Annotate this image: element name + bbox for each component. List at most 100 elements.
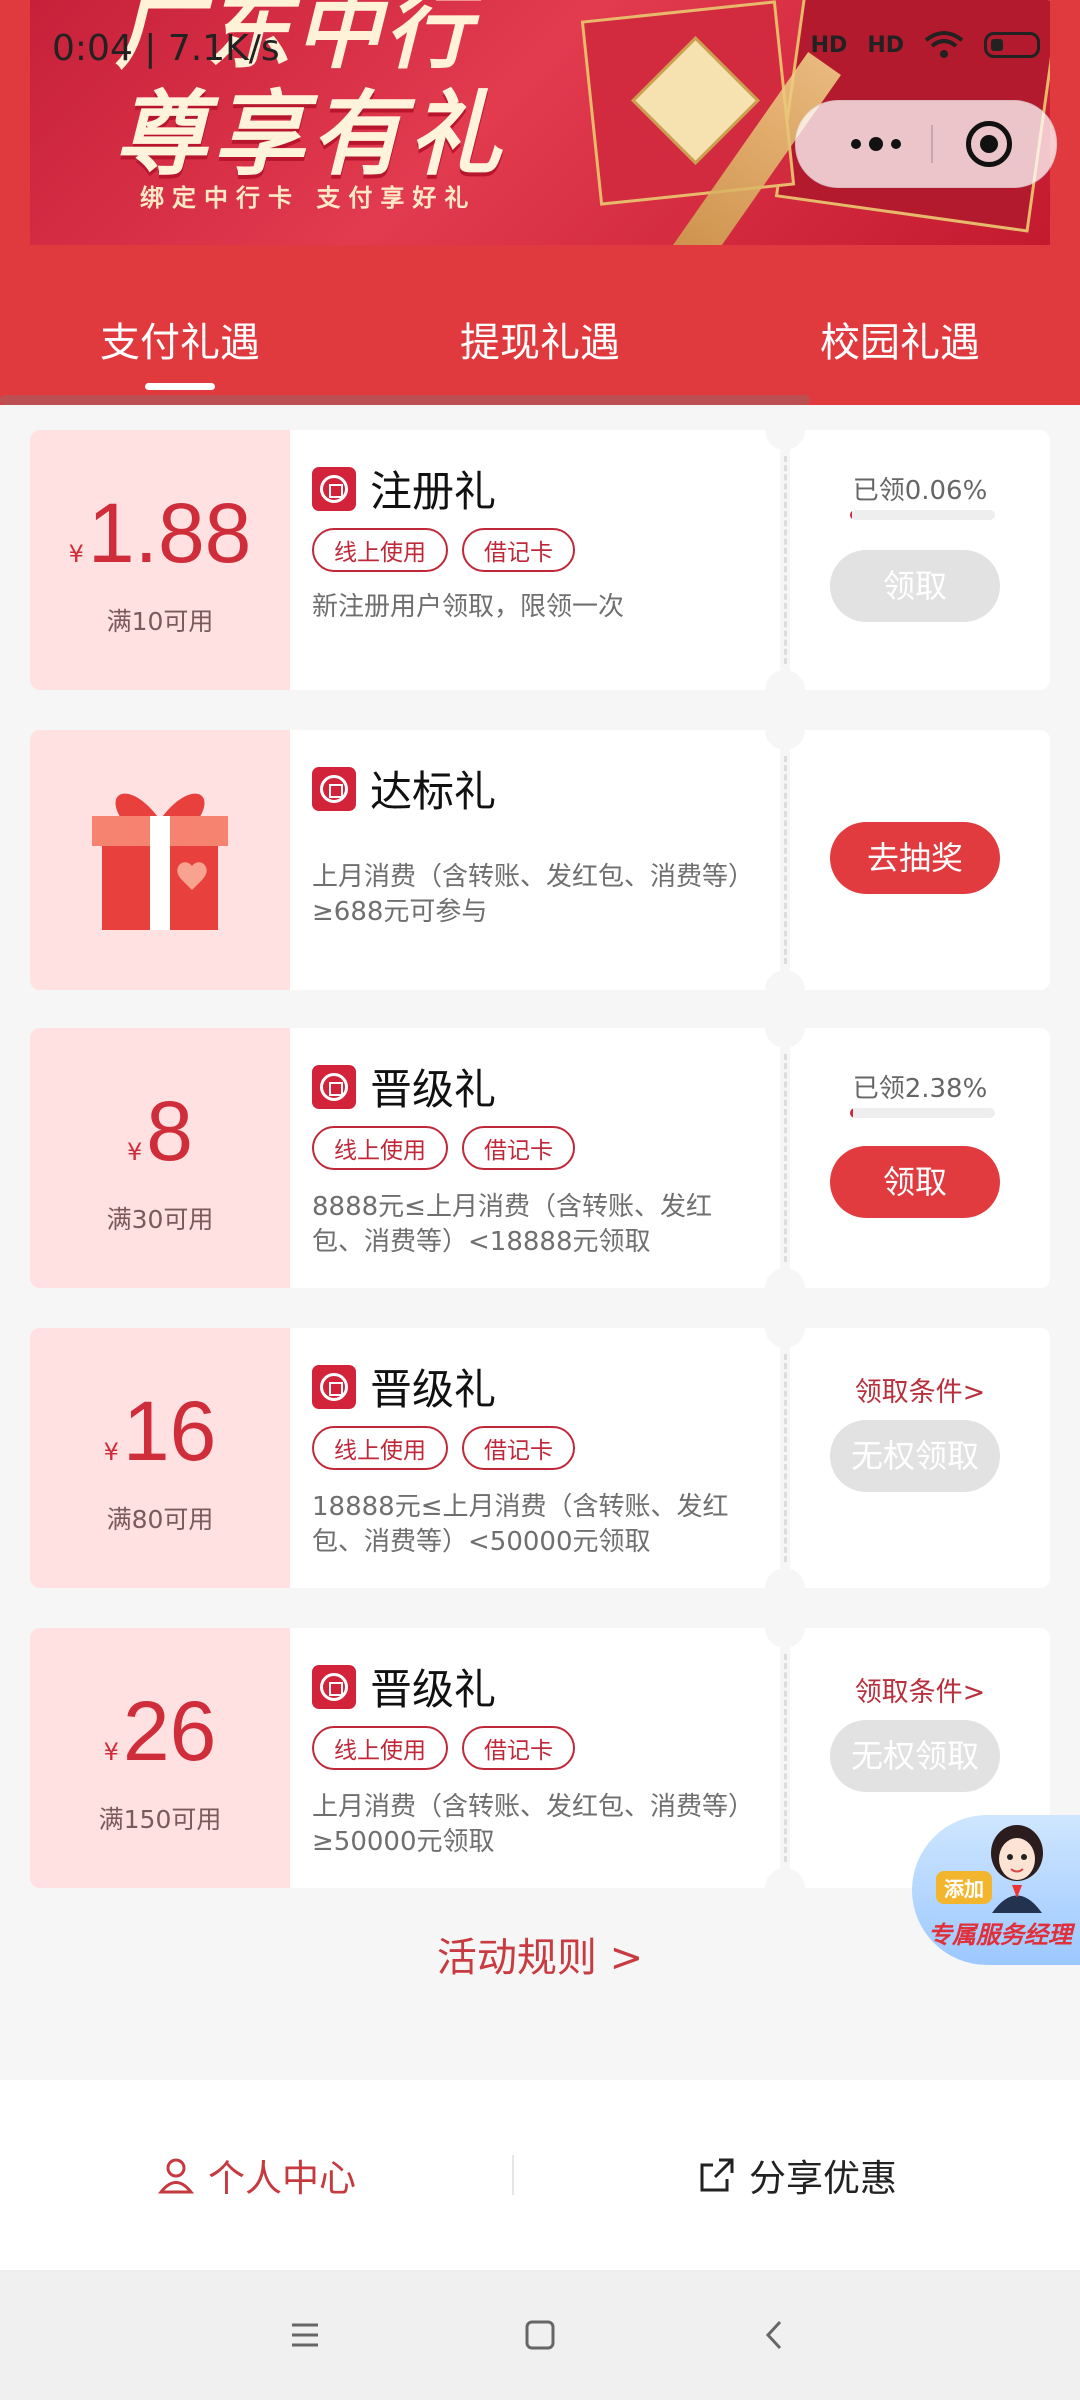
coupon-amount: ¥8 xyxy=(30,1083,290,1180)
claim-button[interactable]: 领取 xyxy=(830,1146,1000,1218)
tag-online: 线上使用 xyxy=(312,528,448,572)
coupon-card: ¥1.88 满10可用 注册礼 线上使用 借记卡 新注册用户领取，限领一次 已领… xyxy=(30,410,1050,710)
home-icon[interactable] xyxy=(515,2310,565,2360)
coupon-description: 上月消费（含转账、发红包、消费等）≥688元可参与 xyxy=(312,862,755,927)
coupon-title-row: 晋级礼 xyxy=(312,1356,496,1417)
coupon-info: 达标礼 上月消费（含转账、发红包、消费等）≥688元可参与 xyxy=(290,730,780,990)
ticket-notch xyxy=(765,970,805,1010)
tag-online: 线上使用 xyxy=(312,1126,448,1170)
lottery-button[interactable]: 去抽奖 xyxy=(830,822,1000,894)
boc-logo-icon xyxy=(312,1064,356,1109)
status-icons: HD HD xyxy=(811,30,1040,60)
tab-withdraw[interactable]: 提现礼遇 xyxy=(360,295,720,395)
coupon-amount: ¥26 xyxy=(30,1683,290,1780)
ticket-notch xyxy=(765,1568,805,1608)
currency-symbol: ¥ xyxy=(103,1438,119,1466)
coupon-condition: 满150可用 xyxy=(98,1805,222,1834)
coupon-condition: 满80可用 xyxy=(106,1505,214,1534)
menu-icon[interactable] xyxy=(280,2310,330,2360)
user-icon xyxy=(157,2158,195,2194)
personal-center-label: 个人中心 xyxy=(208,2157,356,2200)
coupon-card: ¥26 满150可用 晋级礼 线上使用 借记卡 上月消费（含转账、发红包、消费等… xyxy=(30,1608,1050,1908)
coupon-value-panel: ¥26 满150可用 xyxy=(30,1628,290,1888)
coupon-value-panel: ¥8 满30可用 xyxy=(30,1028,290,1288)
coupon-info: 晋级礼 线上使用 借记卡 18888元≤上月消费（含转账、发红包、消费等）<50… xyxy=(290,1328,780,1588)
horizontal-scrollbar[interactable] xyxy=(0,395,810,405)
ticket-notch xyxy=(765,1008,805,1048)
share-button[interactable]: 分享优惠 xyxy=(514,2080,1080,2270)
divider-dashed xyxy=(784,1654,787,1862)
tab-payment[interactable]: 支付礼遇 xyxy=(0,295,360,395)
personal-center-button[interactable]: 个人中心 xyxy=(0,2080,512,2270)
coupon-action-panel: 已领2.38% 领取 xyxy=(790,1028,1050,1288)
coupon-amount: ¥1.88 xyxy=(30,485,290,582)
boc-logo-icon xyxy=(312,1364,356,1409)
coupon-title: 注册礼 xyxy=(370,467,497,516)
claim-conditions-link[interactable]: 领取条件> xyxy=(790,1670,1050,1709)
coupon-title: 晋级礼 xyxy=(370,1365,497,1414)
no-permission-button[interactable]: 无权领取 xyxy=(830,1720,1000,1792)
tag-debit-card: 借记卡 xyxy=(462,1126,575,1170)
more-icon[interactable] xyxy=(826,101,926,187)
claimed-progress-bar xyxy=(850,1108,995,1118)
tag-online: 线上使用 xyxy=(312,1426,448,1470)
coupon-action-panel: 领取条件> 无权领取 xyxy=(790,1328,1050,1588)
boc-logo-icon xyxy=(312,1664,356,1709)
coupon-title: 达标礼 xyxy=(370,767,497,816)
coupon-card: 达标礼 上月消费（含转账、发红包、消费等）≥688元可参与 去抽奖 xyxy=(30,710,1050,1010)
coupon-title-row: 晋级礼 xyxy=(312,1656,496,1717)
progress-fill xyxy=(850,1108,854,1118)
battery-icon xyxy=(984,32,1040,58)
amount-value: 1.88 xyxy=(87,486,252,580)
ticket-notch xyxy=(765,710,805,750)
ticket-notch xyxy=(765,1308,805,1348)
ticket-notch xyxy=(765,1268,805,1308)
tag-online: 线上使用 xyxy=(312,1726,448,1770)
coupon-title: 晋级礼 xyxy=(370,1665,497,1714)
signal-icon: HD xyxy=(867,32,904,58)
coupon-info: 晋级礼 线上使用 借记卡 8888元≤上月消费（含转账、发红包、消费等）<188… xyxy=(290,1028,780,1288)
service-label: 专属服务经理 xyxy=(928,1921,1072,1949)
coupon-value-panel xyxy=(30,730,290,990)
coupon-title: 晋级礼 xyxy=(370,1065,497,1114)
tag-debit-card: 借记卡 xyxy=(462,1726,575,1770)
coupon-tags: 线上使用 借记卡 xyxy=(312,1126,575,1170)
activity-rules-link[interactable]: 活动规则 > xyxy=(0,1925,1080,1983)
close-target-icon[interactable] xyxy=(966,121,1012,167)
gift-icon xyxy=(92,793,228,930)
coupon-card: ¥8 满30可用 晋级礼 线上使用 借记卡 8888元≤上月消费（含转账、发红包… xyxy=(30,1008,1050,1308)
no-permission-button[interactable]: 无权领取 xyxy=(830,1420,1000,1492)
claim-conditions-link[interactable]: 领取条件> xyxy=(790,1370,1050,1409)
claimed-percent: 已领0.06% xyxy=(852,476,988,506)
tag-debit-card: 借记卡 xyxy=(462,1426,575,1470)
claimed-progress-bar xyxy=(850,510,995,520)
coupon-card: ¥16 满80可用 晋级礼 线上使用 借记卡 18888元≤上月消费（含转账、发… xyxy=(30,1308,1050,1608)
tab-campus[interactable]: 校园礼遇 xyxy=(720,295,1080,395)
tab-bar: 支付礼遇 提现礼遇 校园礼遇 xyxy=(0,295,1080,395)
amount-value: 26 xyxy=(122,1684,217,1778)
amount-value: 8 xyxy=(146,1084,193,1178)
claim-button[interactable]: 领取 xyxy=(830,550,1000,622)
capsule-divider xyxy=(931,125,933,163)
divider-dashed xyxy=(784,1054,787,1262)
service-manager-float[interactable]: 添加 专属服务经理 xyxy=(912,1815,1080,1965)
system-nav-bar xyxy=(0,2270,1080,2400)
coupon-condition: 满30可用 xyxy=(106,1205,214,1234)
ticket-notch xyxy=(765,410,805,450)
boc-logo-icon xyxy=(312,766,356,811)
bottom-action-bar: 个人中心 分享优惠 xyxy=(0,2080,1080,2270)
back-icon[interactable] xyxy=(750,2310,800,2360)
claimed-percent: 已领2.38% xyxy=(852,1074,988,1104)
status-time: 0:04 | 7.1K/s xyxy=(52,28,280,69)
currency-symbol: ¥ xyxy=(103,1738,119,1766)
coupon-title-row: 注册礼 xyxy=(312,458,496,519)
divider-dashed xyxy=(784,756,787,964)
coupon-info: 晋级礼 线上使用 借记卡 上月消费（含转账、发红包、消费等）≥50000元领取 xyxy=(290,1628,780,1888)
coupon-action-panel: 已领0.06% 领取 xyxy=(790,430,1050,690)
progress-fill xyxy=(850,510,853,520)
coupon-tags: 线上使用 借记卡 xyxy=(312,1726,575,1770)
signal-icon: HD xyxy=(810,32,848,58)
boc-logo-icon xyxy=(312,466,356,511)
status-bar: 0:04 | 7.1K/s HD HD xyxy=(0,0,1080,90)
share-label: 分享优惠 xyxy=(749,2157,897,2200)
